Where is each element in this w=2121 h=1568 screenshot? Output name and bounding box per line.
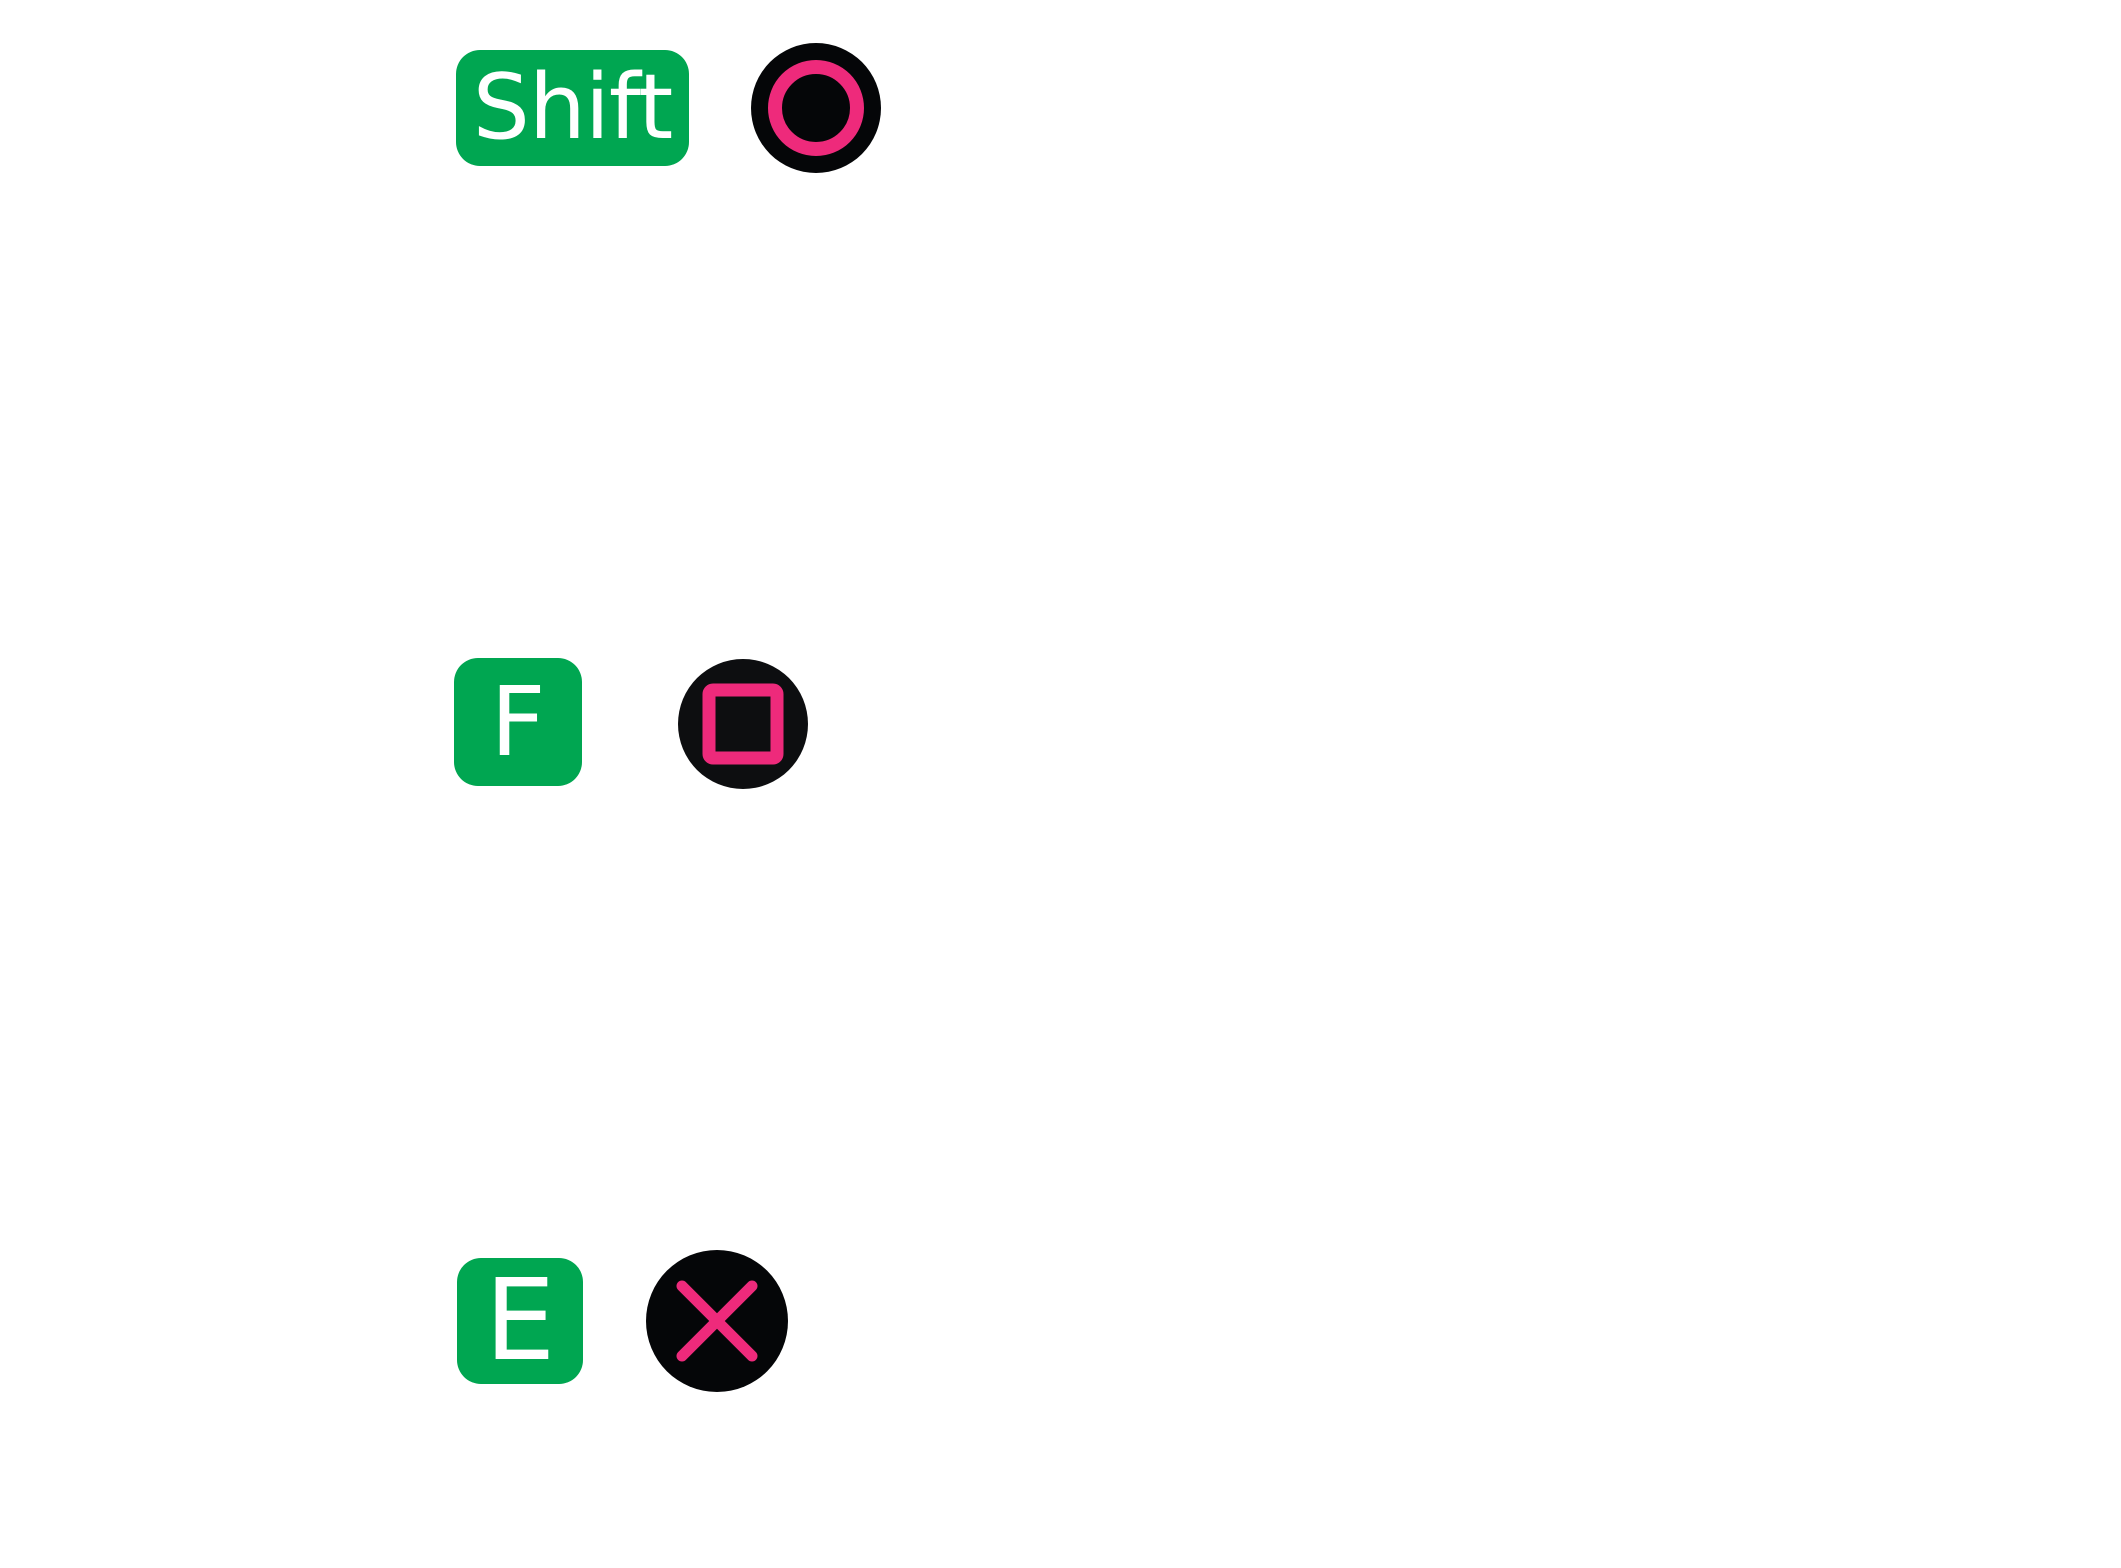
e-key-label: E <box>484 1256 556 1386</box>
e-key: E <box>457 1258 583 1384</box>
shift-key: Shift <box>456 50 689 166</box>
square-icon <box>676 657 810 791</box>
shift-key-label: Shift <box>472 55 674 160</box>
f-key: F <box>454 658 582 786</box>
cross-icon <box>644 1248 790 1394</box>
f-key-label: F <box>490 666 546 778</box>
circle-icon <box>749 41 883 175</box>
